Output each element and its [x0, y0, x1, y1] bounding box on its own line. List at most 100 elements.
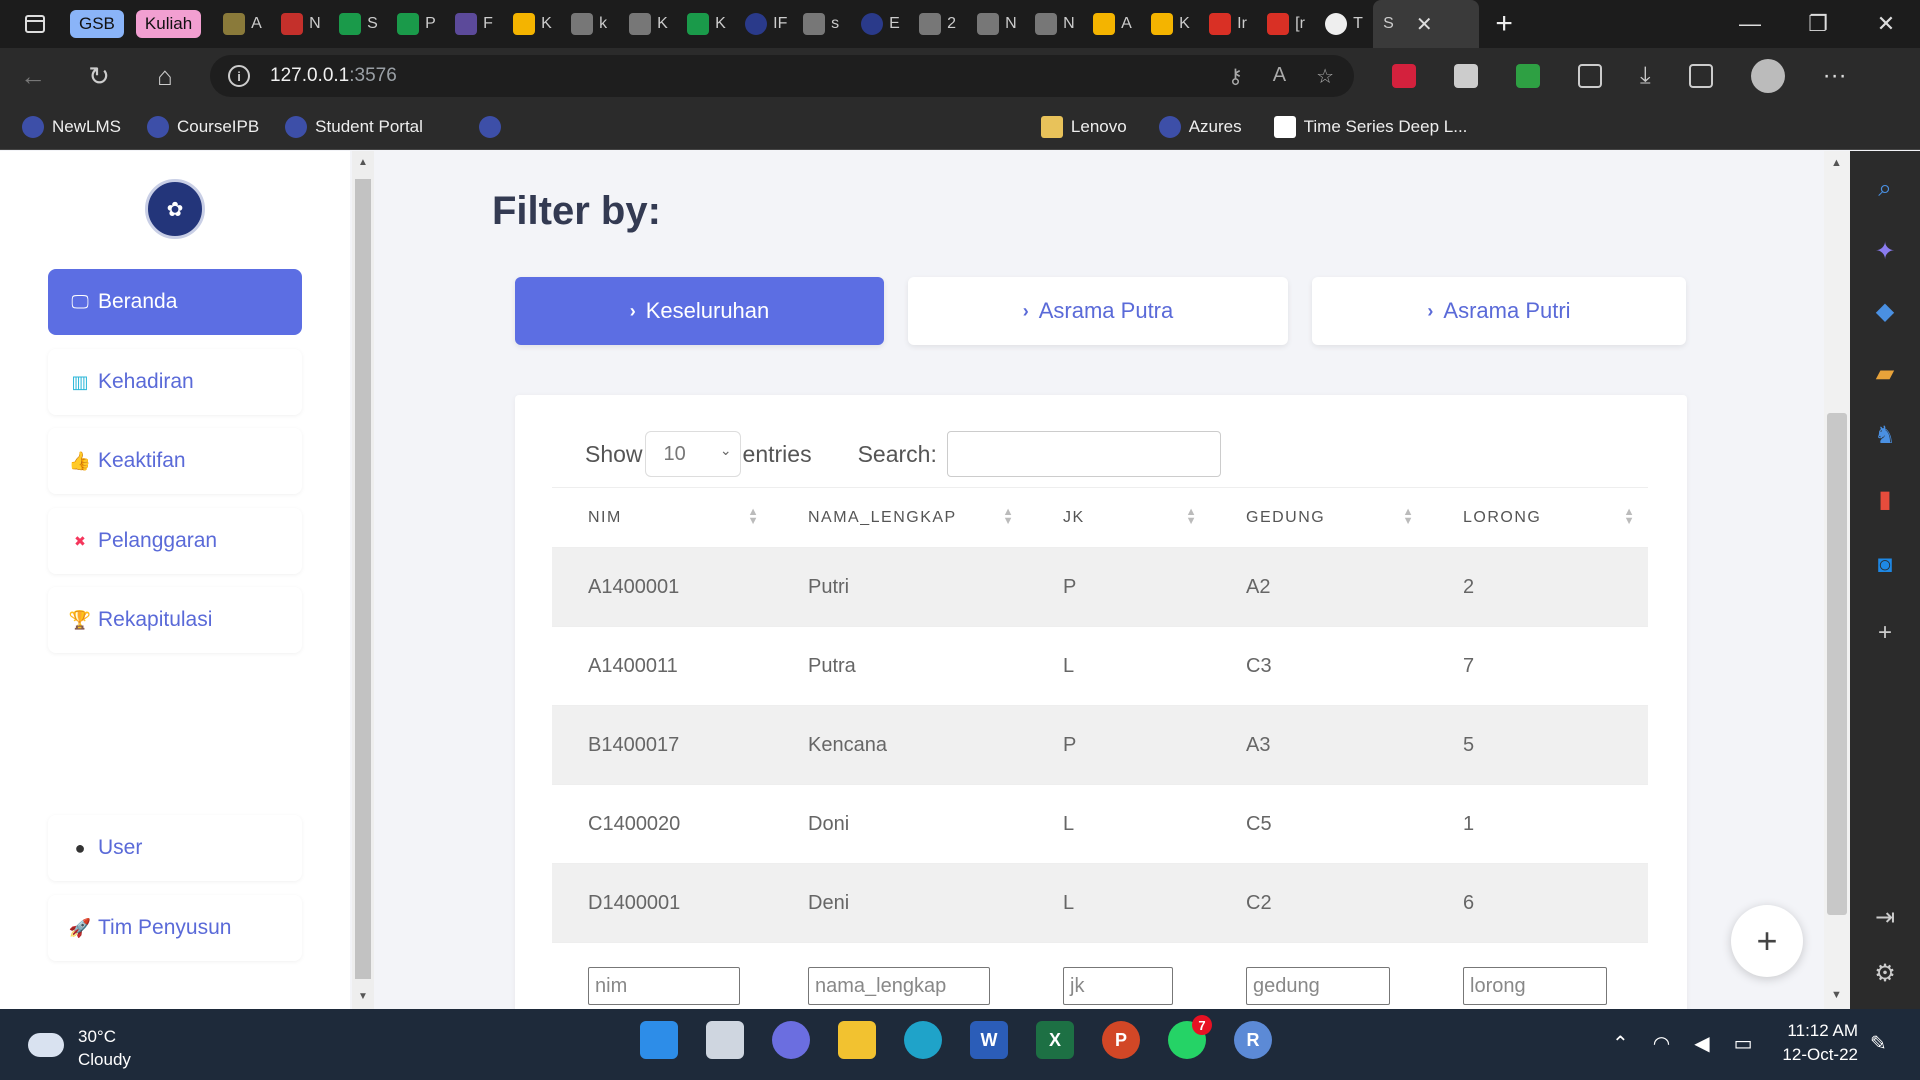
browser-tab[interactable]: A — [1083, 0, 1141, 48]
outlook-icon[interactable]: ◙ — [1872, 551, 1898, 578]
notifications-icon[interactable]: ✎ — [1870, 1031, 1887, 1056]
browser-tab[interactable]: [r — [1257, 0, 1315, 48]
sidebar-item-keaktifan[interactable]: 👍 Keaktifan — [48, 428, 302, 494]
more-menu-icon[interactable]: ··· — [1823, 62, 1847, 90]
sidebar-item-user[interactable]: ● User — [48, 815, 302, 881]
profile-avatar[interactable] — [1750, 59, 1785, 93]
browser-tab[interactable]: A — [213, 0, 271, 48]
refresh-icon[interactable]: ↻ — [66, 48, 132, 104]
back-icon[interactable]: ← — [0, 48, 66, 104]
download-icon[interactable]: ⤓ — [1640, 62, 1651, 90]
new-tab-icon[interactable]: + — [1479, 7, 1529, 41]
key-icon[interactable]: ⚷ — [1228, 64, 1243, 89]
filter-input-nim[interactable]: nim — [588, 967, 740, 1005]
browser-tab[interactable]: S — [329, 0, 387, 48]
minimize-icon[interactable]: — — [1716, 0, 1784, 48]
browser-tab[interactable]: N — [271, 0, 329, 48]
search-input[interactable] — [946, 431, 1221, 477]
sidebar-item-kehadiran[interactable]: ▥ Kehadiran — [48, 349, 302, 415]
filter-input-nama-lengkap[interactable]: nama_lengkap — [808, 967, 990, 1005]
browser-tab[interactable]: K — [1141, 0, 1199, 48]
whatsapp-icon[interactable]: 7 — [1168, 1015, 1212, 1059]
tools-icon[interactable]: ▰ — [1872, 359, 1898, 387]
browser-tab[interactable]: 2 — [909, 0, 967, 48]
clock[interactable]: 11:12 AM 12-Oct-22 — [1774, 1019, 1858, 1067]
browser-tab[interactable]: T — [1315, 0, 1373, 48]
bookmark-lenovo[interactable]: Lenovo — [1040, 115, 1127, 138]
tab-group-kuliah[interactable]: Kuliah — [135, 10, 202, 38]
file-explorer-icon[interactable] — [838, 1021, 876, 1059]
bookmark-azures[interactable]: Azures — [1158, 115, 1242, 138]
ipb-icon[interactable] — [478, 115, 501, 138]
office-icon[interactable]: ▮ — [1872, 485, 1898, 513]
sidebar-scroll-thumb[interactable] — [355, 179, 371, 979]
restore-icon[interactable]: ❐ — [1784, 0, 1852, 48]
home-icon[interactable]: ⌂ — [132, 48, 198, 104]
browser-tab[interactable]: K — [677, 0, 735, 48]
sidebar-item-beranda[interactable]: 🖵 Beranda — [48, 269, 302, 335]
chevron-up-icon[interactable]: ⌃ — [1612, 1031, 1629, 1056]
column-header-nim[interactable]: NIM ▲ ▼ — [552, 487, 772, 548]
site-info-icon[interactable]: i — [228, 65, 250, 87]
filter-keseluruhan-button[interactable]: › Keseluruhan — [515, 277, 884, 345]
gear-icon[interactable]: ⚙ — [1872, 959, 1898, 987]
browser-tab[interactable]: K — [619, 0, 677, 48]
browser-tab[interactable]: E — [851, 0, 909, 48]
bookmark-newlms[interactable]: NewLMS — [22, 115, 121, 138]
main-scrollbar[interactable]: ▲ ▼ — [1824, 151, 1850, 1009]
document-icon[interactable] — [1454, 64, 1478, 88]
powerpoint-icon[interactable]: P — [1102, 1021, 1140, 1059]
favorite-star-icon[interactable]: ☆ — [1316, 64, 1334, 89]
scroll-up-arrow[interactable]: ▲ — [358, 157, 368, 168]
browser-tab[interactable]: K — [503, 0, 561, 48]
column-header-nama-lengkap[interactable]: NAMA_LENGKAP ▲ ▼ — [772, 487, 1027, 548]
browser-tab[interactable]: N — [967, 0, 1025, 48]
sidebar-scrollbar[interactable]: ▲ ▼ — [352, 151, 374, 1009]
entries-select[interactable]: 10 ⌄ — [644, 431, 741, 477]
sidebar-item-rekapitulasi[interactable]: 🏆 Rekapitulasi — [48, 587, 302, 653]
add-button[interactable]: + — [1731, 905, 1803, 977]
browser-tab-active[interactable]: S ✕ — [1373, 0, 1480, 48]
scroll-down-arrow[interactable]: ▼ — [1831, 989, 1842, 1001]
volume-icon[interactable]: ◀ — [1694, 1031, 1709, 1056]
close-tab-icon[interactable]: ✕ — [1416, 12, 1433, 37]
task-view-icon[interactable] — [706, 1021, 744, 1059]
browser-tab[interactable]: s — [793, 0, 851, 48]
teams-chat-icon[interactable] — [772, 1021, 810, 1059]
games-icon[interactable]: ♞ — [1872, 421, 1898, 449]
filter-asrama-putri-button[interactable]: › Asrama Putri — [1312, 277, 1686, 345]
column-header-lorong[interactable]: LORONG ▲ ▼ — [1427, 487, 1648, 548]
sidebar-item-pelanggaran[interactable]: ✖ Pelanggaran — [48, 508, 302, 574]
column-header-gedung[interactable]: GEDUNG ▲ ▼ — [1210, 487, 1427, 548]
close-window-icon[interactable]: ✕ — [1852, 0, 1920, 48]
filter-input-gedung[interactable]: gedung — [1246, 967, 1390, 1005]
edge-icon[interactable] — [904, 1021, 942, 1059]
tab-group-gsb[interactable]: GSB — [70, 10, 124, 38]
browser-tab[interactable]: k — [561, 0, 619, 48]
sidebar-item-tim-penyusun[interactable]: 🚀 Tim Penyusun — [48, 895, 302, 961]
filter-input-lorong[interactable]: lorong — [1463, 967, 1607, 1005]
word-icon[interactable]: W — [970, 1021, 1008, 1059]
extensions-icon[interactable] — [1578, 64, 1602, 88]
workspaces-icon[interactable] — [0, 0, 70, 48]
sidebar-collapse-icon[interactable]: ⇥ — [1872, 903, 1898, 931]
browser-tab[interactable]: IF — [735, 0, 793, 48]
filter-asrama-putra-button[interactable]: › Asrama Putra — [908, 277, 1288, 345]
scroll-down-arrow[interactable]: ▼ — [358, 991, 368, 1002]
main-scroll-thumb[interactable] — [1827, 413, 1847, 915]
read-aloud-icon[interactable]: A — [1273, 64, 1286, 89]
math-solver-icon[interactable] — [1688, 64, 1713, 88]
add-sidebar-app-icon[interactable]: + — [1872, 619, 1898, 646]
browser-tab[interactable]: N — [1025, 0, 1083, 48]
shopping-tag-icon[interactable]: ◆ — [1872, 297, 1898, 325]
excel-icon[interactable]: X — [1036, 1021, 1074, 1059]
copilot-icon[interactable]: ✦ — [1872, 237, 1898, 265]
start-icon[interactable] — [640, 1021, 678, 1059]
mendeley-icon[interactable] — [1392, 64, 1416, 88]
browser-tab[interactable]: F — [445, 0, 503, 48]
r-app-icon[interactable]: R — [1234, 1021, 1272, 1059]
scroll-up-arrow[interactable]: ▲ — [1831, 157, 1842, 169]
weather-widget[interactable]: 30°C Cloudy — [28, 1025, 131, 1071]
search-icon[interactable]: ⌕ — [1872, 175, 1898, 202]
wifi-icon[interactable]: ◠ — [1653, 1031, 1670, 1056]
